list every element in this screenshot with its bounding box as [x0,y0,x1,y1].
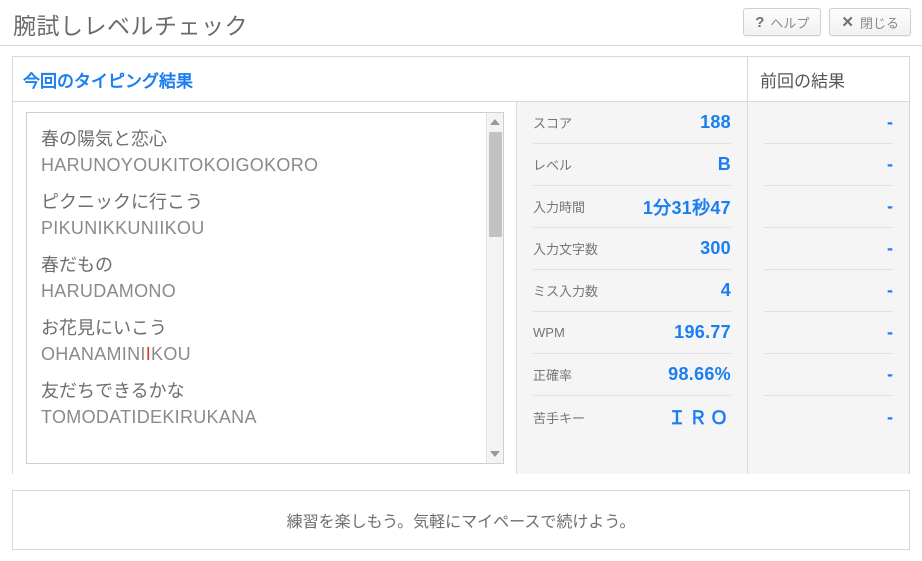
typed-phrase: ピクニックに行こう PIKUNIKKUNIIKOU [41,190,486,241]
panel-body: 春の陽気と恋心 HARUNOYOUKITOKOIGOKORO ピクニックに行こう PI… [13,102,909,474]
stat-row: 正確率 98.66% [533,354,731,396]
previous-result-title: 前回の結果 [760,71,845,91]
phrase-romaji: HARUNOYOUKITOKOIGOKORO [41,153,486,179]
previous-result-header: 前回の結果 [748,57,909,101]
previous-stat-row: - [764,144,893,186]
stat-row: ミス入力数 4 [533,270,731,312]
phrase-japanese: 春の陽気と恋心 [41,129,167,149]
stat-row: WPM 196.77 [533,312,731,354]
phrase-romaji: HARUDAMONO [41,279,486,305]
scroll-up-arrow-icon[interactable] [487,114,503,130]
scroll-down-arrow-icon[interactable] [487,446,503,462]
title-bar: 腕試しレベルチェック ? ヘルプ ✕ 閉じる [0,0,922,46]
typed-text-column: 春の陽気と恋心 HARUNOYOUKITOKOIGOKORO ピクニックに行こう PI… [13,102,516,474]
stat-value: B [717,154,731,174]
phrase-romaji: TOMODATIDEKIRUKANA [41,405,486,431]
titlebar-actions: ? ヘルプ ✕ 閉じる [743,8,911,36]
typed-phrase: お花見にいこう OHANAMINIIKOU [41,316,486,367]
current-result-title: 今回のタイピング結果 [23,71,193,91]
stat-value: ＩＲＯ [668,408,731,428]
romaji-correct-tail: KOU [151,343,191,364]
romaji-correct: TOMODATIDEKIRUKANA [41,406,257,427]
phrase-romaji: OHANAMINIIKOU [41,342,486,368]
stat-label: 入力文字数 [533,242,599,257]
help-button[interactable]: ? ヘルプ [743,8,822,36]
phrase-romaji: PIKUNIKKUNIIKOU [41,216,486,242]
stat-label: ミス入力数 [533,284,599,299]
stat-value: 1分31秒47 [642,197,731,218]
romaji-correct: HARUNOYOUKITOKOIGOKORO [41,154,319,175]
stat-value: 196.77 [674,322,731,342]
previous-stat-row: - [764,396,893,438]
panel-header: 今回のタイピング結果 前回の結果 [13,57,909,102]
stat-value: 4 [720,280,731,300]
current-result-header: 今回のタイピング結果 [13,57,748,101]
stat-value: 188 [700,112,731,132]
footer-message: 練習を楽しもう。気軽にマイペースで続けよう。 [286,514,636,531]
previous-stat-row: - [764,102,893,144]
stat-row: レベル B [533,144,731,186]
stat-label: 正確率 [533,368,573,383]
phrase-japanese: ピクニックに行こう [41,192,203,213]
scrollbar-thumb[interactable] [489,132,502,237]
previous-stat-row: - [764,228,893,270]
typed-phrase: 春の陽気と恋心 HARUNOYOUKITOKOIGOKORO [41,127,486,178]
question-mark-icon: ? [755,13,765,31]
previous-stat-row: - [764,270,893,312]
footer-message-box: 練習を楽しもう。気軽にマイペースで続けよう。 [12,490,910,550]
results-panel: 今回のタイピング結果 前回の結果 春の陽気と恋心 HARUNOYOUKITOKOI… [12,56,910,474]
previous-stat-value: - [887,364,893,384]
current-stats-column: スコア 188 レベル B 入力時間 1分31秒47 入力文字数 300 ミス入力数 4 WPM 19… [516,102,748,474]
previous-stat-value: - [887,322,893,342]
close-button-label: 閉じる [859,15,899,31]
page-title: 腕試しレベルチェック [13,13,248,39]
stat-label: 入力時間 [533,200,586,215]
previous-stat-row: - [764,312,893,354]
typed-phrase: 友だちできるかな TOMODATIDEKIRUKANA [41,379,486,430]
romaji-correct: HARUDAMONO [41,280,177,301]
romaji-correct: OHANAMINI [41,343,146,364]
romaji-correct: PIKUNIKKUNIIKOU [41,217,205,238]
previous-stat-row: - [764,354,893,396]
stat-label: レベル [533,158,573,173]
previous-stat-value: - [887,406,893,427]
previous-stat-value: - [887,154,893,174]
phrase-japanese: お花見にいこう [41,318,167,339]
previous-stat-value: - [887,112,893,132]
phrase-japanese: 友だちできるかな [41,381,185,402]
previous-stat-value: - [887,280,893,300]
stat-label: スコア [533,116,573,131]
typed-text-box[interactable]: 春の陽気と恋心 HARUNOYOUKITOKOIGOKORO ピクニックに行こう PI… [26,112,504,464]
stat-value: 98.66% [668,364,731,384]
stat-row: 苦手キー ＩＲＯ [533,396,731,438]
previous-stat-value: - [887,196,893,216]
typed-text-content: 春の陽気と恋心 HARUNOYOUKITOKOIGOKORO ピクニックに行こう PI… [27,113,486,463]
close-icon: ✕ [841,13,854,31]
stat-label: 苦手キー [533,410,586,426]
typed-phrase: 春だもの HARUDAMONO [41,253,486,304]
stat-row: 入力文字数 300 [533,228,731,270]
stat-label: WPM [533,325,565,340]
help-button-label: ヘルプ [770,15,810,31]
previous-stat-value: - [887,238,893,258]
stat-row: 入力時間 1分31秒47 [533,186,731,228]
stat-value: 300 [700,238,731,258]
phrase-japanese: 春だもの [41,255,113,276]
previous-stats-column: - - - - - - - - [748,102,909,474]
stat-row: スコア 188 [533,102,731,144]
close-button[interactable]: ✕ 閉じる [829,8,911,36]
vertical-scrollbar[interactable] [486,113,503,463]
previous-stat-row: - [764,186,893,228]
